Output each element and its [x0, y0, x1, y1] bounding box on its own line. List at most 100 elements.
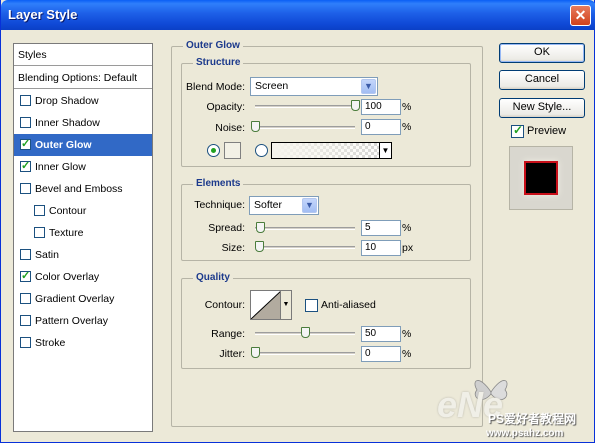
noise-label: Noise:: [215, 122, 245, 134]
outer-glow-title: Outer Glow: [183, 40, 243, 51]
style-checkbox[interactable]: [20, 249, 31, 260]
blending-options-item[interactable]: Blending Options: Default: [14, 67, 152, 89]
opacity-label: Opacity:: [206, 101, 245, 113]
preview-checkbox[interactable]: [511, 123, 524, 138]
noise-slider-thumb[interactable]: [251, 121, 260, 132]
chevron-down-icon: ▼: [302, 198, 317, 213]
jitter-slider-thumb[interactable]: [251, 347, 260, 358]
cancel-button[interactable]: Cancel: [499, 70, 585, 90]
gradient-radio[interactable]: [255, 144, 268, 157]
noise-slider-track[interactable]: [255, 126, 355, 129]
range-unit: %: [402, 328, 412, 340]
range-input[interactable]: 50: [361, 326, 401, 342]
glow-color-swatch[interactable]: [224, 142, 241, 159]
style-checkbox[interactable]: [20, 269, 31, 282]
close-icon[interactable]: ✕: [570, 5, 591, 26]
spread-slider-thumb[interactable]: [256, 222, 265, 233]
preview-swatch: [524, 161, 558, 195]
style-item-label: Drop Shadow: [35, 95, 99, 107]
anti-aliased-checkbox[interactable]: [305, 299, 318, 312]
opacity-unit: %: [402, 101, 412, 113]
watermark-url: www.psahz.com: [486, 428, 564, 439]
style-item-satin[interactable]: Satin: [14, 244, 152, 266]
size-slider-thumb[interactable]: [255, 241, 264, 252]
watermark-brand: PS爱好者教程网: [488, 412, 577, 426]
style-item-inner-shadow[interactable]: Inner Shadow: [14, 112, 152, 134]
preview-label[interactable]: Preview: [527, 125, 566, 137]
style-item-stroke[interactable]: Stroke: [14, 332, 152, 354]
style-item-inner-glow[interactable]: Inner Glow: [14, 156, 152, 178]
spread-input[interactable]: 5: [361, 220, 401, 236]
gradient-preview: [272, 143, 379, 158]
style-item-label: Pattern Overlay: [35, 315, 108, 327]
technique-label: Technique:: [194, 199, 245, 211]
style-item-texture[interactable]: Texture: [14, 222, 152, 244]
blend-mode-label: Blend Mode:: [186, 81, 245, 93]
style-item-bevel-and-emboss[interactable]: Bevel and Emboss: [14, 178, 152, 200]
opacity-input[interactable]: 100: [361, 99, 401, 115]
style-item-drop-shadow[interactable]: Drop Shadow: [14, 90, 152, 112]
ok-button[interactable]: OK: [499, 43, 585, 63]
opacity-slider-track[interactable]: [255, 105, 355, 108]
structure-title: Structure: [193, 57, 244, 68]
style-item-pattern-overlay[interactable]: Pattern Overlay: [14, 310, 152, 332]
chevron-down-icon: ▼: [361, 79, 376, 94]
elements-title: Elements: [193, 178, 244, 189]
chevron-down-icon[interactable]: ▼: [379, 143, 391, 158]
style-item-outer-glow[interactable]: Outer Glow: [14, 134, 152, 156]
chevron-down-icon[interactable]: ▼: [280, 291, 291, 319]
style-item-label: Stroke: [35, 337, 66, 349]
technique-value: Softer: [254, 199, 283, 211]
noise-input[interactable]: 0: [361, 119, 401, 135]
size-label: Size:: [221, 242, 245, 254]
preview-thumbnail: [509, 146, 573, 210]
styles-list: Styles Blending Options: Default Drop Sh…: [13, 43, 153, 432]
spread-slider-track[interactable]: [255, 227, 355, 230]
contour-curve-icon: [251, 291, 281, 319]
style-item-label: Inner Glow: [35, 161, 86, 173]
jitter-unit: %: [402, 348, 412, 360]
style-checkbox[interactable]: [20, 183, 31, 194]
contour-label: Contour:: [204, 299, 245, 311]
spread-label: Spread:: [208, 222, 245, 234]
style-checkbox[interactable]: [34, 205, 45, 216]
style-checkbox[interactable]: [20, 159, 31, 172]
blend-mode-select[interactable]: Screen ▼: [250, 77, 378, 96]
style-checkbox[interactable]: [20, 315, 31, 326]
quality-title: Quality: [193, 272, 233, 283]
size-unit: px: [402, 242, 414, 254]
new-style-button[interactable]: New Style...: [499, 98, 585, 118]
anti-aliased-label[interactable]: Anti-aliased: [321, 299, 376, 311]
solid-color-radio[interactable]: [207, 144, 220, 157]
size-slider-track[interactable]: [255, 246, 355, 249]
style-item-label: Gradient Overlay: [35, 293, 115, 305]
contour-picker[interactable]: ▼: [250, 290, 292, 320]
styles-header[interactable]: Styles: [14, 44, 152, 66]
style-item-gradient-overlay[interactable]: Gradient Overlay: [14, 288, 152, 310]
style-item-label: Satin: [35, 249, 59, 261]
jitter-slider-track[interactable]: [255, 352, 355, 355]
style-item-label: Bevel and Emboss: [35, 183, 123, 195]
style-checkbox[interactable]: [20, 117, 31, 128]
opacity-slider-thumb[interactable]: [351, 100, 360, 111]
style-item-label: Outer Glow: [35, 139, 92, 151]
gradient-picker[interactable]: ▼: [271, 142, 392, 159]
technique-select[interactable]: Softer ▼: [249, 196, 319, 215]
range-slider-thumb[interactable]: [301, 327, 310, 338]
jitter-label: Jitter:: [219, 348, 245, 360]
style-checkbox[interactable]: [20, 95, 31, 106]
size-input[interactable]: 10: [361, 240, 401, 256]
blend-mode-value: Screen: [255, 80, 289, 92]
layer-style-dialog: Layer Style ✕ Styles Blending Options: D…: [0, 0, 595, 443]
style-checkbox[interactable]: [34, 227, 45, 238]
spread-unit: %: [402, 222, 412, 234]
style-item-contour[interactable]: Contour: [14, 200, 152, 222]
style-checkbox[interactable]: [20, 337, 31, 348]
style-checkbox[interactable]: [20, 293, 31, 304]
style-item-color-overlay[interactable]: Color Overlay: [14, 266, 152, 288]
style-item-label: Color Overlay: [35, 271, 100, 283]
style-item-label: Texture: [49, 227, 84, 239]
title-bar[interactable]: Layer Style ✕: [1, 0, 595, 30]
jitter-input[interactable]: 0: [361, 346, 401, 362]
style-checkbox[interactable]: [20, 137, 31, 150]
